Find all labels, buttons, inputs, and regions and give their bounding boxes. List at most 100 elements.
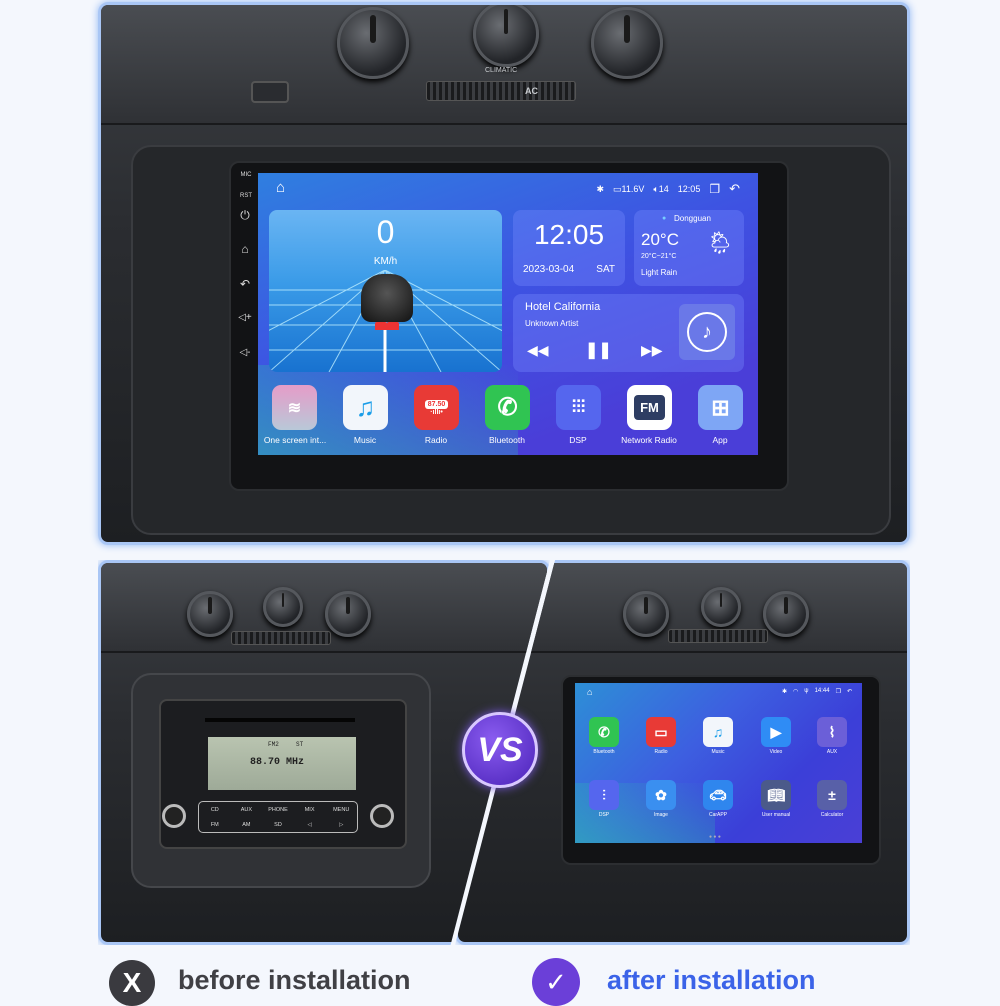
network-radio-app[interactable]: FM xyxy=(627,385,672,430)
sd-button[interactable]: SD xyxy=(262,822,294,828)
pause-button[interactable]: ❚❚ xyxy=(585,340,612,360)
x-icon: X xyxy=(109,960,155,1006)
bluetooth-status-icon: ✱ xyxy=(782,689,788,695)
climatic-label: CLIMATIC xyxy=(485,67,518,74)
app-icon-image[interactable]: ✿ xyxy=(646,780,676,810)
air-direction-knob xyxy=(591,7,663,79)
cd-button[interactable]: CD xyxy=(199,807,231,813)
menu-button[interactable]: MENU xyxy=(325,807,357,813)
app-icon-carapp[interactable]: 🚗︎ xyxy=(703,780,733,810)
music-app[interactable]: ♫ xyxy=(343,385,388,430)
home-icon[interactable]: ⌂ xyxy=(276,179,285,196)
app-label: Bluetooth xyxy=(489,435,525,445)
aux-button[interactable]: AUX xyxy=(231,807,263,813)
next-button[interactable]: ▷ xyxy=(325,822,357,828)
fm-button[interactable]: FM xyxy=(199,822,231,828)
location-icon: ● xyxy=(662,215,667,222)
weather-temp: 20°C xyxy=(641,230,679,249)
app-label: DSP xyxy=(598,812,610,818)
car-graphic xyxy=(361,274,413,322)
app-label: AUX xyxy=(826,749,838,755)
after-caption: after installation xyxy=(607,965,816,995)
weather-condition: Light Rain xyxy=(641,268,678,277)
vs-badge: VS xyxy=(462,712,538,788)
status-time: 12:05 xyxy=(677,184,701,194)
app-icon-user-manual[interactable]: 📖︎ xyxy=(761,780,791,810)
battery-voltage: ▭11.6V xyxy=(613,183,645,194)
before-caption: before installation xyxy=(178,965,411,995)
clock-date: 2023-03-04 xyxy=(523,264,575,275)
app-icon-bluetooth[interactable]: ✆ xyxy=(589,717,619,747)
radio-app[interactable]: 87.50 ·ıllı• xyxy=(414,385,459,430)
climate-buttons xyxy=(426,81,576,101)
cd-slot xyxy=(205,718,355,722)
speed-value: 0 xyxy=(376,214,395,250)
power-icon[interactable]: ⏻ xyxy=(235,208,255,223)
volume-knob[interactable] xyxy=(162,804,186,828)
app-icon-music[interactable]: ♫ xyxy=(703,717,733,747)
app-label: Music xyxy=(711,749,725,755)
bluetooth-status-icon: ✱ xyxy=(596,183,604,194)
app-label: DSP xyxy=(569,435,587,445)
app-icon-calculator[interactable]: ± xyxy=(817,780,847,810)
mic-label: MIC xyxy=(240,172,252,178)
status-time: 14:44 xyxy=(814,688,830,694)
back-icon[interactable]: ↶ xyxy=(847,688,852,695)
app-label: One screen int... xyxy=(263,435,327,445)
weather-city: Dongguan xyxy=(674,214,711,223)
app-label: Calculator xyxy=(820,812,844,818)
phone-button[interactable]: PHONE xyxy=(262,807,294,813)
home-icon[interactable]: ⌂ xyxy=(235,242,255,256)
volume-up-icon[interactable]: ◁+ xyxy=(235,312,255,323)
wifi-icon: ◠ xyxy=(793,689,799,695)
app-label: Image xyxy=(654,812,668,818)
previous-button[interactable]: ◀◀ xyxy=(527,342,549,359)
weather-widget[interactable]: ● Dongguan 20°C 20°C~21°C Light Rain 🌦︎ xyxy=(634,210,744,286)
back-icon[interactable]: ↶ xyxy=(235,277,255,291)
reset-button[interactable]: RST xyxy=(236,193,256,199)
next-button[interactable]: ▶▶ xyxy=(641,342,663,359)
after-screen: ⌂ ✱ ◠ ψ 14:44 ❐ ↶ ✆ Bluetooth ▭ Radio ♫ Music ▶ Vi… xyxy=(575,683,862,843)
app-icon-video[interactable]: ▶ xyxy=(761,717,791,747)
back-icon[interactable]: ↶ xyxy=(729,181,740,197)
app-label: Radio xyxy=(424,435,448,445)
one-screen-app[interactable]: ≋ xyxy=(272,385,317,430)
speed-widget[interactable]: 0 KM/h xyxy=(269,210,502,372)
dsp-app[interactable]: ⫶⫶⫶ xyxy=(556,385,601,430)
app-icon-radio[interactable]: ▭ xyxy=(646,717,676,747)
volume-down-icon[interactable]: ◁- xyxy=(235,347,255,358)
app-label: Video xyxy=(769,749,783,755)
music-widget[interactable]: Hotel California Unknown Artist ◀◀ ❚❚ ▶▶… xyxy=(513,294,744,372)
clock-time: 12:05 xyxy=(533,219,605,250)
tune-knob[interactable] xyxy=(370,804,394,828)
app-icon-dsp[interactable]: ⫶ xyxy=(589,780,619,810)
temperature-knob xyxy=(337,7,409,79)
volume-level: 🔈︎14 xyxy=(653,183,669,194)
app-label: User manual xyxy=(761,812,791,818)
song-title: Hotel California xyxy=(525,301,601,313)
recent-apps-icon[interactable]: ❐ xyxy=(709,182,720,196)
recent-apps-icon[interactable]: ❐ xyxy=(836,688,841,695)
radio-button-grid: CD AUX PHONE MIX MENU FM AM SD ◁ ▷ xyxy=(198,801,358,833)
fan-knob xyxy=(473,5,539,67)
hazard-switch xyxy=(251,81,289,103)
status-bar: ✱ ◠ ψ 14:44 ❐ ↶ xyxy=(782,688,852,695)
status-bar: ✱ ▭11.6V 🔈︎14 12:05 ❐ ↶ xyxy=(596,181,740,197)
home-icon[interactable]: ⌂ xyxy=(587,687,592,697)
bluetooth-app[interactable]: ✆ xyxy=(485,385,530,430)
check-icon: ✓ xyxy=(532,958,580,1006)
clock-widget[interactable]: 12:05 2023-03-04 SAT xyxy=(513,210,625,286)
app-label: Bluetooth xyxy=(593,749,615,755)
app-label: Music xyxy=(353,435,377,445)
app-icon-aux[interactable]: ⌇ xyxy=(817,717,847,747)
app-label: Network Radio xyxy=(621,435,677,445)
page-indicator[interactable]: ● ● ● xyxy=(709,834,721,840)
prev-button[interactable]: ◁ xyxy=(294,822,326,828)
speed-unit: KM/h xyxy=(373,256,398,267)
mix-button[interactable]: MIX xyxy=(294,807,326,813)
am-button[interactable]: AM xyxy=(231,822,263,828)
light-rain-icon: 🌦︎ xyxy=(706,230,734,255)
lcd-frequency: 88.70 MHz xyxy=(250,757,305,768)
weather-range: 20°C~21°C xyxy=(641,253,677,260)
app-drawer[interactable]: ⊞ xyxy=(698,385,743,430)
